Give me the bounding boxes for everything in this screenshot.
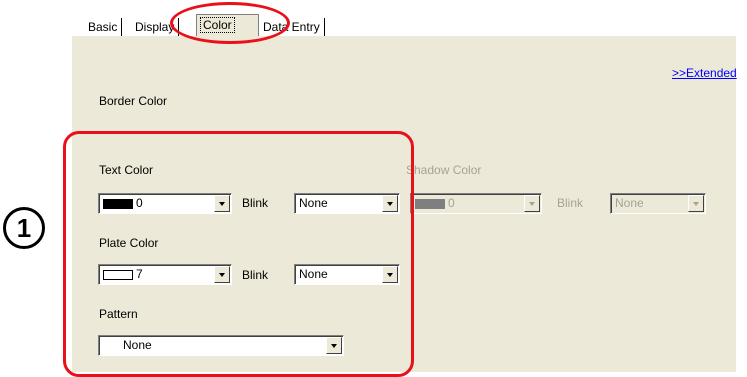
shadow-blink-label: Blink: [557, 196, 584, 210]
extended-link[interactable]: >>Extended: [672, 66, 737, 80]
shadow-blink-value: None: [615, 196, 644, 210]
tab-basic[interactable]: Basic: [84, 18, 123, 36]
callout-number-badge: 1: [3, 207, 45, 249]
dropdown-arrow-icon: [688, 195, 704, 212]
shadow-blink-select: None: [610, 193, 706, 214]
shadow-color-label: Shadow Color: [406, 163, 482, 177]
tab-highlight-ellipse: [170, 2, 290, 44]
shadow-color-select: 0: [410, 193, 542, 214]
dropdown-arrow-icon: [524, 195, 540, 212]
color-swatch-icon: [415, 199, 445, 209]
highlight-rectangle: [63, 131, 414, 377]
border-color-label: Border Color: [99, 94, 168, 108]
shadow-color-value: 0: [415, 196, 455, 211]
